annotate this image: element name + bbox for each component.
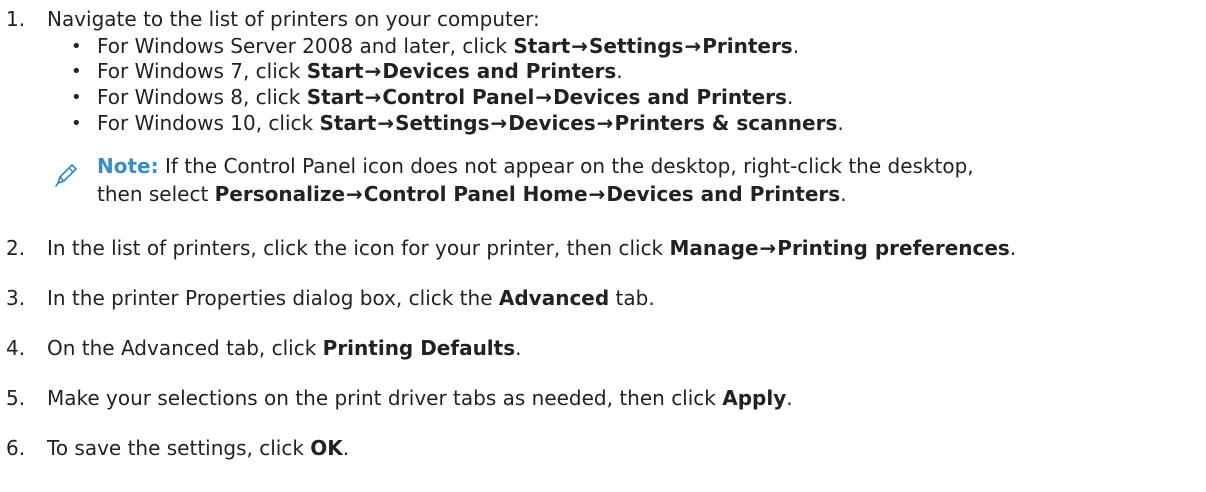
bullet: • — [71, 113, 82, 134]
step-number: 2. — [6, 236, 26, 260]
step-text: Navigate to the list of printers on your… — [47, 7, 540, 31]
substep-win2008: • For Windows Server 2008 and later, cli… — [0, 34, 1206, 59]
note-line-1: Note: If the Control Panel icon does not… — [97, 154, 974, 178]
substep-text: For Windows 7, click Start→Devices and P… — [97, 59, 623, 83]
note-box: Note: If the Control Panel icon does not… — [0, 154, 1206, 214]
step-2: 2. In the list of printers, click the ic… — [0, 236, 1206, 261]
step-number: 4. — [6, 336, 26, 360]
step-3: 3. In the printer Properties dialog box,… — [0, 286, 1206, 311]
pencil-icon — [55, 164, 77, 187]
step-number: 6. — [6, 436, 26, 460]
step-number: 3. — [6, 286, 26, 310]
substep-text: For Windows 8, click Start→Control Panel… — [97, 85, 794, 109]
substep-win10: • For Windows 10, click Start→Settings→D… — [0, 111, 1206, 136]
document: 1. Navigate to the list of printers on y… — [0, 0, 1206, 492]
step-number: 1. — [6, 7, 26, 31]
note-line-2: then select Personalize→Control Panel Ho… — [97, 182, 847, 206]
step-text: Make your selections on the print driver… — [47, 386, 793, 410]
bullet: • — [71, 61, 82, 82]
step-number: 5. — [6, 386, 26, 410]
substep-text: For Windows Server 2008 and later, click… — [97, 34, 800, 58]
substep-win8: • For Windows 8, click Start→Control Pan… — [0, 85, 1206, 110]
bullet: • — [71, 87, 82, 108]
step-text: In the printer Properties dialog box, cl… — [47, 286, 655, 310]
step-6: 6. To save the settings, click OK. — [0, 436, 1206, 461]
step-1: 1. Navigate to the list of printers on y… — [0, 7, 1206, 32]
step-5: 5. Make your selections on the print dri… — [0, 386, 1206, 411]
step-4: 4. On the Advanced tab, click Printing D… — [0, 336, 1206, 361]
step-text: To save the settings, click OK. — [47, 436, 350, 460]
step-text: In the list of printers, click the icon … — [47, 236, 1017, 260]
note-label: Note: — [97, 154, 159, 178]
substep-win7: • For Windows 7, click Start→Devices and… — [0, 59, 1206, 84]
bullet: • — [71, 36, 82, 57]
step-text: On the Advanced tab, click Printing Defa… — [47, 336, 522, 360]
substep-text: For Windows 10, click Start→Settings→Dev… — [97, 111, 844, 135]
